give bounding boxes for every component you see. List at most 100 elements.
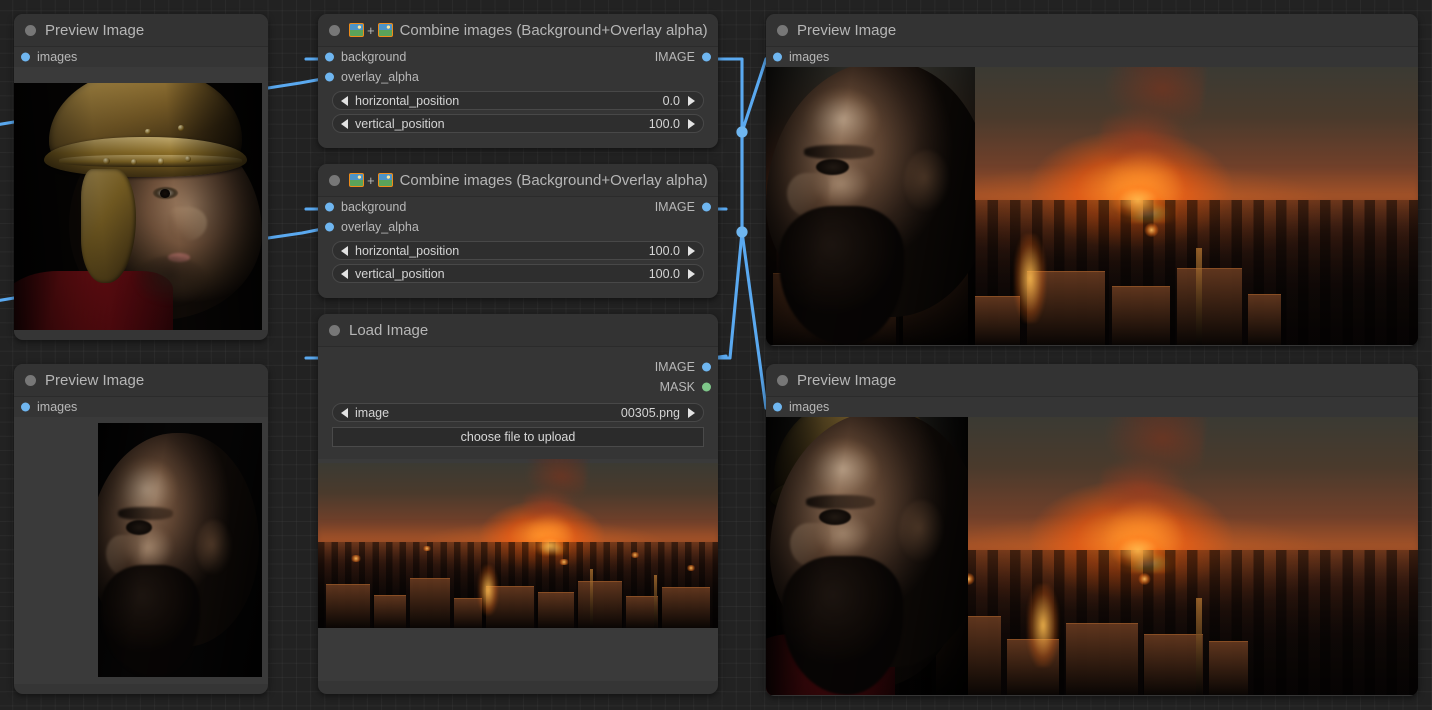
output-port-label: MASK bbox=[318, 380, 718, 394]
node-combine-images-2[interactable]: + Combine images (Background+Overlay alp… bbox=[318, 164, 718, 298]
arrow-right-icon[interactable] bbox=[688, 269, 695, 279]
node-title-text: Preview Image bbox=[45, 372, 144, 389]
plus-icon: + bbox=[367, 174, 375, 187]
node-load-image[interactable]: Load Image IMAGE MASK image 00305.png ch… bbox=[318, 314, 718, 694]
arrow-right-icon[interactable] bbox=[688, 246, 695, 256]
image-plus-image-icon: + bbox=[349, 173, 393, 187]
collapse-dot-icon[interactable] bbox=[25, 25, 36, 36]
image-glyph-icon bbox=[378, 173, 393, 187]
node-body: background IMAGE overlay_alpha horizonta… bbox=[318, 47, 718, 133]
widget-name: image bbox=[355, 406, 621, 420]
input-port-images[interactable]: images bbox=[14, 397, 268, 417]
burning-city-image bbox=[318, 463, 718, 628]
preview-image-area[interactable] bbox=[14, 67, 268, 330]
widget-value[interactable]: 100.0 bbox=[649, 117, 680, 131]
arrow-left-icon[interactable] bbox=[341, 246, 348, 256]
collapse-dot-icon[interactable] bbox=[777, 375, 788, 386]
choose-file-to-upload-button[interactable]: choose file to upload bbox=[332, 427, 704, 447]
collapse-dot-icon[interactable] bbox=[329, 25, 340, 36]
port-row-overlay-alpha[interactable]: overlay_alpha bbox=[318, 217, 718, 237]
node-title-bar[interactable]: + Combine images (Background+Overlay alp… bbox=[318, 14, 718, 47]
widget-horizontal-position[interactable]: horizontal_position 100.0 bbox=[332, 241, 704, 260]
port-row-overlay-alpha[interactable]: overlay_alpha bbox=[318, 67, 718, 87]
arrow-left-icon[interactable] bbox=[341, 119, 348, 129]
widget-value[interactable]: 0.0 bbox=[663, 94, 680, 108]
node-title-bar[interactable]: Preview Image bbox=[14, 364, 268, 397]
arrow-left-icon[interactable] bbox=[341, 96, 348, 106]
port-dot-images[interactable] bbox=[21, 53, 30, 62]
node-graph-canvas[interactable]: Preview Image images bbox=[0, 0, 1432, 710]
arrow-right-icon[interactable] bbox=[688, 119, 695, 129]
collapse-dot-icon[interactable] bbox=[329, 175, 340, 186]
preview-image-area[interactable] bbox=[14, 417, 268, 684]
node-preview-image-top-right[interactable]: Preview Image images bbox=[766, 14, 1418, 346]
node-title-text: Combine images (Background+Overlay alpha… bbox=[400, 172, 708, 189]
node-title-bar[interactable]: Preview Image bbox=[766, 14, 1418, 47]
port-row-mask-output[interactable]: MASK bbox=[318, 377, 718, 397]
collapse-dot-icon[interactable] bbox=[25, 375, 36, 386]
node-body: images bbox=[766, 47, 1418, 345]
widget-horizontal-position[interactable]: horizontal_position 0.0 bbox=[332, 91, 704, 110]
widget-value-filename[interactable]: 00305.png bbox=[621, 406, 680, 420]
link-midpoint-dot bbox=[736, 226, 747, 237]
node-title-text: Preview Image bbox=[797, 372, 896, 389]
node-title-text: Preview Image bbox=[45, 22, 144, 39]
port-dot-image-output[interactable] bbox=[702, 363, 711, 372]
node-preview-image-bottom-left[interactable]: Preview Image images bbox=[14, 364, 268, 694]
node-title-bar[interactable]: + Combine images (Background+Overlay alp… bbox=[318, 164, 718, 197]
preview-image-area[interactable] bbox=[766, 67, 1418, 345]
widget-value[interactable]: 100.0 bbox=[649, 267, 680, 281]
node-title-text: Combine images (Background+Overlay alpha… bbox=[400, 22, 708, 39]
arrow-right-icon[interactable] bbox=[688, 96, 695, 106]
node-body: IMAGE MASK image 00305.png choose file t… bbox=[318, 357, 718, 681]
link-midpoint-dot bbox=[736, 126, 747, 137]
port-dot-overlay-alpha[interactable] bbox=[325, 73, 334, 82]
node-title-bar[interactable]: Load Image bbox=[318, 314, 718, 347]
output-port-label: IMAGE bbox=[406, 200, 718, 214]
port-dot-mask-output[interactable] bbox=[702, 383, 711, 392]
collapse-dot-icon[interactable] bbox=[777, 25, 788, 36]
output-port-label: IMAGE bbox=[318, 360, 718, 374]
port-dot-image-output[interactable] bbox=[702, 203, 711, 212]
port-row-image-output[interactable]: IMAGE bbox=[318, 357, 718, 377]
arrow-left-icon[interactable] bbox=[341, 408, 348, 418]
wire-offscreen-a bbox=[0, 122, 14, 126]
node-title-text: Preview Image bbox=[797, 22, 896, 39]
port-dot-images[interactable] bbox=[773, 53, 782, 62]
node-title-bar[interactable]: Preview Image bbox=[14, 14, 268, 47]
image-glyph-icon bbox=[378, 23, 393, 37]
port-dot-images[interactable] bbox=[21, 403, 30, 412]
bearded-man-overlay bbox=[766, 417, 968, 695]
arrow-right-icon[interactable] bbox=[688, 408, 695, 418]
image-plus-image-icon: + bbox=[349, 23, 393, 37]
node-title-bar[interactable]: Preview Image bbox=[766, 364, 1418, 397]
node-combine-images-1[interactable]: + Combine images (Background+Overlay alp… bbox=[318, 14, 718, 148]
preview-image-area[interactable] bbox=[766, 417, 1418, 695]
node-body: background IMAGE overlay_alpha horizonta… bbox=[318, 197, 718, 283]
port-dot-image-output[interactable] bbox=[702, 53, 711, 62]
port-dot-images[interactable] bbox=[773, 403, 782, 412]
port-dot-overlay-alpha[interactable] bbox=[325, 223, 334, 232]
preview-image-area[interactable] bbox=[318, 459, 718, 681]
collapse-dot-icon[interactable] bbox=[329, 325, 340, 336]
widget-name: vertical_position bbox=[355, 267, 649, 281]
widget-vertical-position[interactable]: vertical_position 100.0 bbox=[332, 114, 704, 133]
node-body: images bbox=[766, 397, 1418, 695]
port-dot-background[interactable] bbox=[325, 53, 334, 62]
port-row-background[interactable]: background IMAGE bbox=[318, 47, 718, 67]
widget-value[interactable]: 100.0 bbox=[649, 244, 680, 258]
widget-image-file[interactable]: image 00305.png bbox=[332, 403, 704, 422]
node-preview-image-top-left[interactable]: Preview Image images bbox=[14, 14, 268, 340]
input-port-images[interactable]: images bbox=[14, 47, 268, 67]
node-preview-image-bottom-right[interactable]: Preview Image images bbox=[766, 364, 1418, 696]
plus-icon: + bbox=[367, 24, 375, 37]
input-port-images[interactable]: images bbox=[766, 397, 1418, 417]
input-port-images[interactable]: images bbox=[766, 47, 1418, 67]
widget-name: horizontal_position bbox=[355, 244, 649, 258]
image-glyph-icon bbox=[349, 23, 364, 37]
output-port-label: IMAGE bbox=[406, 50, 718, 64]
port-row-background[interactable]: background IMAGE bbox=[318, 197, 718, 217]
widget-vertical-position[interactable]: vertical_position 100.0 bbox=[332, 264, 704, 283]
arrow-left-icon[interactable] bbox=[341, 269, 348, 279]
port-dot-background[interactable] bbox=[325, 203, 334, 212]
